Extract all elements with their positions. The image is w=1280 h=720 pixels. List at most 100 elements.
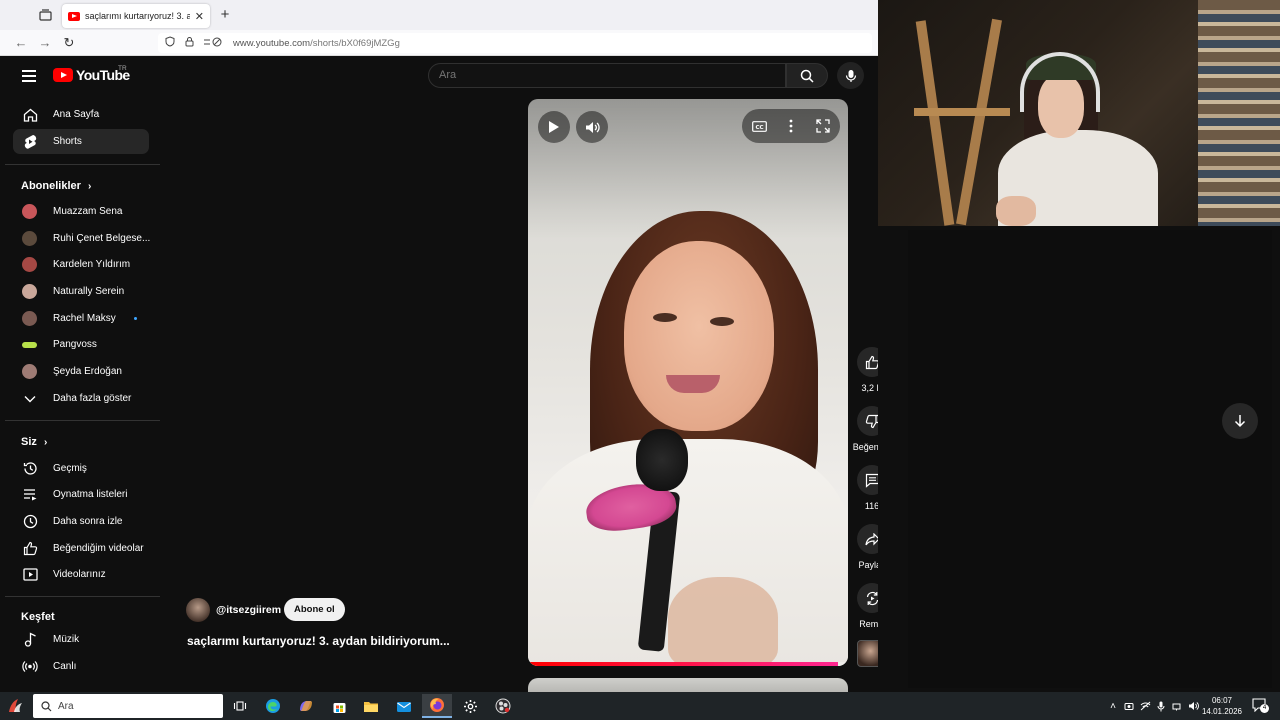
like-button[interactable] <box>857 347 878 377</box>
taskbar-clock[interactable]: 06:07 14.01.2026 <box>1198 696 1246 716</box>
subscriptions-heading[interactable]: Abonelikler › <box>21 180 91 192</box>
shield-icon[interactable] <box>164 36 176 50</box>
sidebar-item-label: Daha sonra izle <box>53 516 123 527</box>
subscription-label: Naturally Serein <box>53 286 125 297</box>
new-tab-icon[interactable]: + <box>217 6 233 23</box>
more-vertical-icon <box>789 119 793 133</box>
channel-name[interactable]: @itsezgiirem <box>216 604 281 616</box>
fullscreen-button[interactable] <box>807 110 839 142</box>
dislike-button[interactable] <box>857 406 878 436</box>
you-heading-label: Siz <box>21 436 37 448</box>
liked-videos-icon <box>21 540 39 558</box>
sidebar-item-history[interactable]: Geçmiş <box>13 456 149 481</box>
taskbar-file-explorer[interactable] <box>356 694 386 718</box>
play-button[interactable] <box>538 111 570 143</box>
volume-icon <box>585 121 600 133</box>
right-panel <box>878 226 1280 692</box>
back-icon[interactable]: ← <box>12 34 30 52</box>
navigation-bar: ← → ↻ www.youtube.com/shorts/bX0f69jMZGg <box>0 30 878 56</box>
subscription-item[interactable]: Rachel Maksy <box>13 306 149 331</box>
sidebar-item-live[interactable]: Canlı <box>13 654 149 679</box>
webcam-bookshelf <box>1198 0 1280 226</box>
lock-icon[interactable] <box>183 36 195 50</box>
wifi-icon[interactable] <box>1170 699 1184 713</box>
comments-button[interactable] <box>857 465 878 495</box>
menu-icon[interactable] <box>20 67 38 85</box>
camera-tray-icon[interactable] <box>1122 699 1136 713</box>
search-icon <box>800 69 814 83</box>
network-off-icon[interactable] <box>1138 699 1152 713</box>
permissions-icon[interactable] <box>202 37 224 50</box>
captions-button[interactable]: CC <box>743 110 775 142</box>
share-button[interactable] <box>857 524 878 554</box>
subscription-item[interactable]: Pangvoss <box>13 332 149 357</box>
voice-search-button[interactable] <box>837 62 864 89</box>
sidebar-item-shorts[interactable]: Shorts <box>13 129 149 154</box>
task-view-button[interactable] <box>225 694 255 718</box>
sidebar-item-music[interactable]: Müzik <box>13 627 149 652</box>
sidebar-item-watch-later[interactable]: Daha sonra izle <box>13 509 149 534</box>
browser-tab[interactable]: saçlarımı kurtarıyoruz! 3. aydan ✕ <box>62 4 210 28</box>
next-short-button[interactable] <box>1222 403 1258 439</box>
video-progress-bar[interactable] <box>528 662 848 666</box>
search-button[interactable] <box>786 63 828 88</box>
share-action: Paylaş <box>852 524 878 570</box>
arrow-down-icon <box>1234 415 1246 428</box>
audio-source-thumbnail[interactable] <box>857 640 878 667</box>
microphone-tray-icon[interactable] <box>1154 699 1168 713</box>
subscription-item[interactable]: Muazzam Sena <box>13 199 149 224</box>
taskbar-obs[interactable] <box>488 694 518 718</box>
sidebar-item-liked-videos[interactable]: Beğendiğim videolar <box>13 536 149 561</box>
sidebar-item-home[interactable]: Ana Sayfa <box>13 102 149 127</box>
svg-text:CC: CC <box>755 124 763 130</box>
search-input[interactable] <box>439 69 769 81</box>
webcam-easel <box>914 108 1010 116</box>
youtube-favicon-icon <box>68 11 80 21</box>
sidebar-item-your-videos[interactable]: Videolarınız <box>13 562 149 587</box>
you-heading[interactable]: Siz › <box>21 436 47 448</box>
tab-overview-icon[interactable] <box>36 6 54 24</box>
subscription-item[interactable]: Kardelen Yıldırım <box>13 252 149 277</box>
next-short-preview[interactable] <box>528 678 848 692</box>
comments-action: 116 <box>852 465 878 511</box>
subscription-item[interactable]: Şeyda Erdoğan <box>13 359 149 384</box>
close-tab-icon[interactable]: ✕ <box>195 10 204 23</box>
start-button[interactable] <box>6 697 24 715</box>
watch-later-icon <box>21 513 39 531</box>
short-title[interactable]: saçlarımı kurtarıyoruz! 3. aydan bildiri… <box>187 634 450 648</box>
task-view-icon <box>233 701 247 711</box>
more-options-button[interactable] <box>775 110 807 142</box>
taskbar-store[interactable] <box>324 694 354 718</box>
subscription-item[interactable]: Naturally Serein <box>13 279 149 304</box>
channel-avatar <box>22 364 37 379</box>
remix-icon <box>866 591 878 605</box>
address-bar[interactable]: www.youtube.com/shorts/bX0f69jMZGg <box>158 33 872 53</box>
taskbar-mail[interactable] <box>389 694 419 718</box>
taskbar-settings[interactable] <box>455 694 485 718</box>
webcam-easel <box>956 18 1002 226</box>
channel-avatar[interactable] <box>186 598 210 622</box>
shorts-video-player[interactable]: CC <box>528 99 848 666</box>
sidebar-item-playlists[interactable]: Oynatma listeleri <box>13 482 149 507</box>
forward-icon[interactable]: → <box>36 34 54 52</box>
taskbar-copilot[interactable] <box>291 694 321 718</box>
notification-center-button[interactable]: 4 <box>1252 698 1269 714</box>
subscription-item[interactable]: Ruhi Çenet Belgese... <box>13 226 150 251</box>
taskbar-firefox[interactable] <box>422 694 452 718</box>
subscribe-button[interactable]: Abone ol <box>284 598 345 621</box>
notification-count: 4 <box>1260 704 1269 713</box>
volume-button[interactable] <box>576 111 608 143</box>
reload-icon[interactable]: ↻ <box>60 34 78 52</box>
folder-icon <box>364 701 378 712</box>
show-more-button[interactable]: Daha fazla göster <box>13 386 149 411</box>
webcam-overlay <box>878 0 1280 226</box>
channel-avatar <box>22 257 37 272</box>
youtube-header: YouTube TR <box>0 56 878 96</box>
remix-button[interactable] <box>857 583 878 613</box>
taskbar-search[interactable]: Ara <box>33 694 223 718</box>
taskbar-edge[interactable] <box>258 694 288 718</box>
home-icon <box>21 106 39 124</box>
shorts-icon <box>21 133 39 151</box>
chevron-up-icon[interactable]: ˄ <box>1106 699 1120 713</box>
taskbar-search-text: Ara <box>58 700 74 712</box>
